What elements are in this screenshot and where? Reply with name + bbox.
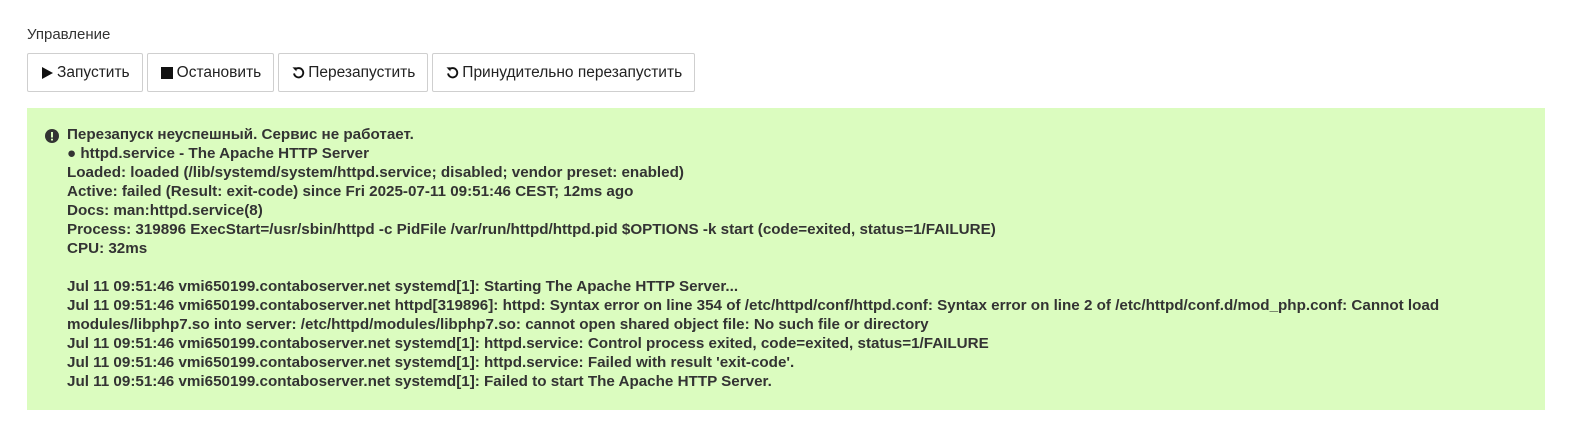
status-line: Active: failed (Result: exit-code) since… xyxy=(67,183,634,200)
log-line: Jul 11 09:51:46 vmi650199.contaboserver.… xyxy=(67,335,989,352)
alert-message: Перезапуск неуспешный. Сервис не работае… xyxy=(67,125,1505,391)
service-control-panel: Управление Запустить Остановить Перезапу… xyxy=(0,0,1570,439)
restart-button[interactable]: Перезапустить xyxy=(278,53,429,92)
alert-title: Перезапуск неуспешный. Сервис не работае… xyxy=(67,126,414,143)
restart-icon xyxy=(291,66,305,79)
play-icon xyxy=(40,66,54,79)
log-line: Jul 11 09:51:46 vmi650199.contaboserver.… xyxy=(67,278,739,295)
control-button-row: Запустить Остановить Перезапустить Прину… xyxy=(27,53,696,92)
log-line: Jul 11 09:51:46 vmi650199.contaboserver.… xyxy=(67,297,1440,333)
log-line: Jul 11 09:51:46 vmi650199.contaboserver.… xyxy=(67,373,772,390)
status-line: Loaded: loaded (/lib/systemd/system/http… xyxy=(67,164,684,181)
status-line: ● httpd.service - The Apache HTTP Server xyxy=(67,145,370,162)
force-restart-button[interactable]: Принудительно перезапустить xyxy=(432,53,696,92)
restart-icon xyxy=(445,66,459,79)
force-restart-button-label: Принудительно перезапустить xyxy=(462,63,683,81)
stop-button[interactable]: Остановить xyxy=(146,53,275,92)
start-button[interactable]: Запустить xyxy=(27,53,143,92)
stop-icon xyxy=(160,66,174,79)
exclamation-circle-icon xyxy=(45,129,59,143)
status-line: Docs: man:httpd.service(8) xyxy=(67,202,263,219)
status-alert: Перезапуск неуспешный. Сервис не работае… xyxy=(27,108,1545,410)
status-line: Process: 319896 ExecStart=/usr/sbin/http… xyxy=(67,221,996,238)
log-line: Jul 11 09:51:46 vmi650199.contaboserver.… xyxy=(67,354,795,371)
stop-button-label: Остановить xyxy=(176,63,262,81)
section-label: Управление xyxy=(27,26,111,43)
start-button-label: Запустить xyxy=(57,63,130,81)
status-line: CPU: 32ms xyxy=(67,240,148,257)
restart-button-label: Перезапустить xyxy=(308,63,416,81)
